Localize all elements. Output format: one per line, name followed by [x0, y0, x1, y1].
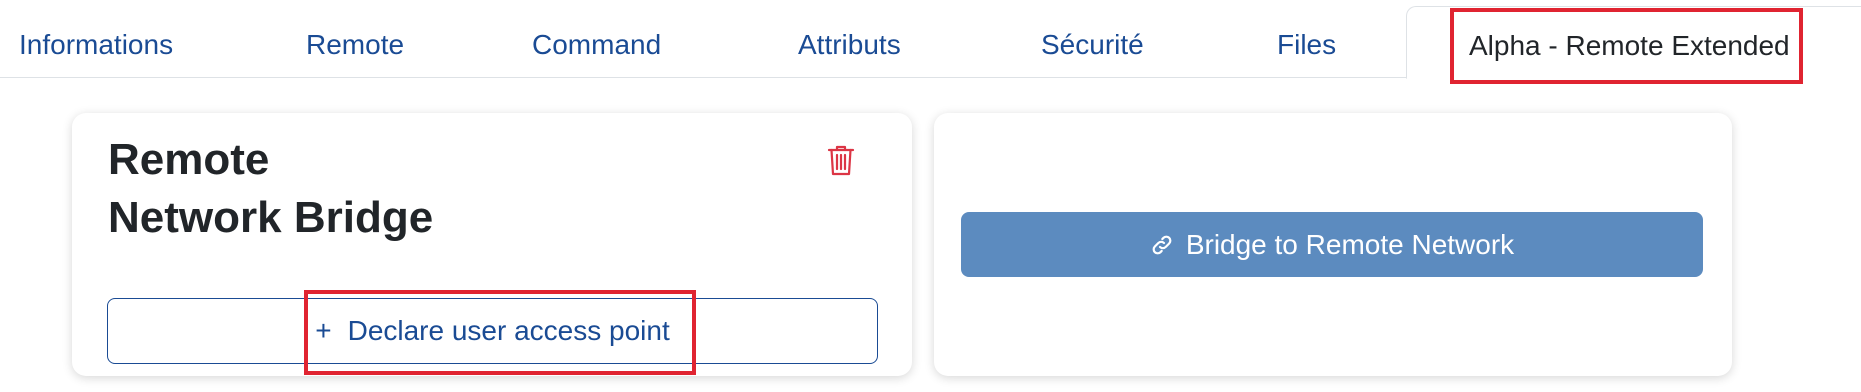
tab-informations[interactable]: Informations	[19, 28, 173, 62]
tab-files[interactable]: Files	[1277, 28, 1336, 62]
card-title: Remote Network Bridge	[108, 131, 433, 247]
bridge-card: Bridge to Remote Network	[934, 113, 1732, 376]
declare-button-label: Declare user access point	[347, 315, 670, 346]
tab-bar: Informations Remote Command Attributs Sé…	[0, 0, 1861, 79]
remote-network-bridge-card: Remote Network Bridge + Declare user acc…	[72, 113, 912, 376]
tab-attributs[interactable]: Attributs	[798, 28, 901, 62]
card-title-line2: Network Bridge	[108, 193, 434, 242]
delete-button[interactable]	[826, 143, 856, 177]
tab-label: Alpha - Remote Extended	[1469, 30, 1790, 61]
tab-securite[interactable]: Sécurité	[1041, 28, 1144, 62]
tab-alpha-remote-extended[interactable]: Alpha - Remote Extended	[1406, 6, 1861, 79]
trash-icon	[827, 145, 855, 176]
tab-command[interactable]: Command	[532, 28, 661, 62]
bridge-to-remote-network-button[interactable]: Bridge to Remote Network	[961, 212, 1703, 277]
tab-remote[interactable]: Remote	[306, 28, 404, 62]
card-title-line1: Remote	[108, 135, 270, 184]
bridge-button-label: Bridge to Remote Network	[1185, 228, 1515, 260]
link-icon	[1152, 235, 1172, 254]
declare-user-access-point-button[interactable]: + Declare user access point	[107, 298, 878, 364]
plus-icon: +	[315, 315, 332, 346]
